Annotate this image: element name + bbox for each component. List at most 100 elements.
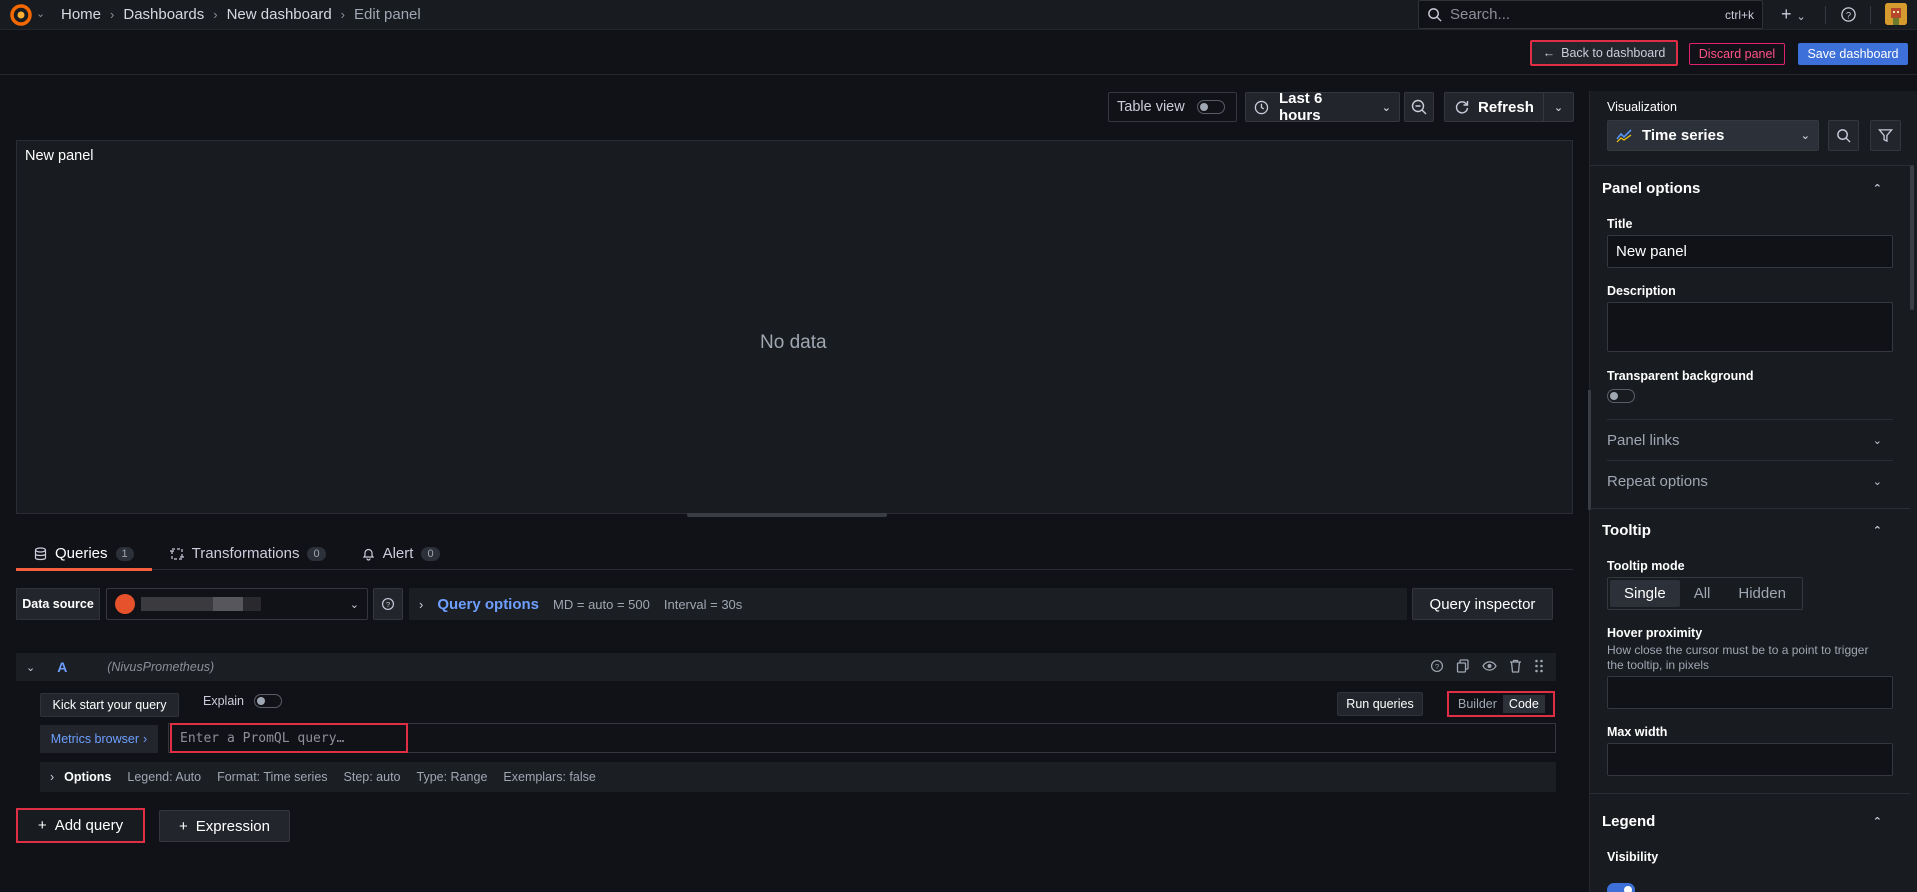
panel-options-header[interactable]: Panel options ⌃ (1590, 180, 1910, 197)
plus-icon: + (179, 817, 188, 835)
transparent-background-toggle[interactable] (1607, 389, 1635, 403)
clock-icon (1254, 100, 1269, 114)
hover-proximity-input[interactable] (1607, 676, 1893, 709)
chevron-down-icon: ⌄ (349, 598, 359, 611)
arrow-left-icon: ← (1542, 46, 1556, 60)
tooltip-mode-all[interactable]: All (1680, 580, 1725, 607)
breadcrumb-new-dashboard[interactable]: New dashboard (227, 6, 332, 23)
run-queries-button[interactable]: Run queries (1337, 692, 1423, 716)
back-to-dashboard-button[interactable]: ← Back to dashboard (1530, 40, 1678, 66)
tooltip-mode-radio-group: Single All Hidden (1607, 577, 1803, 610)
exemplars-option: Exemplars: false (503, 770, 596, 784)
query-options-row[interactable]: › Options Legend: Auto Format: Time seri… (40, 762, 1556, 792)
visualization-picker[interactable]: Time series ⌄ (1607, 120, 1819, 151)
kick-start-query-button[interactable]: Kick start your query (40, 693, 179, 717)
metrics-browser-button[interactable]: Metrics browser › (40, 725, 158, 753)
description-label: Description (1607, 284, 1676, 298)
filter-options-button[interactable] (1870, 120, 1901, 151)
step-option: Step: auto (343, 770, 401, 784)
drag-handle-icon[interactable] (1534, 659, 1544, 673)
table-view-toggle[interactable]: Table view (1108, 92, 1237, 122)
search-input[interactable]: Search... ctrl+k (1418, 0, 1763, 29)
copy-icon[interactable] (1456, 659, 1470, 673)
repeat-options-header[interactable]: Repeat options ⌄ (1595, 473, 1910, 490)
legend-header[interactable]: Legend ⌃ (1590, 813, 1910, 830)
search-placeholder: Search... (1450, 6, 1511, 23)
title-label: Title (1607, 217, 1633, 231)
add-expression-button[interactable]: + Expression (159, 810, 290, 842)
description-textarea[interactable] (1607, 302, 1893, 352)
sidebar-scrollbar[interactable] (1910, 165, 1914, 310)
tab-queries[interactable]: Queries 1 (16, 538, 152, 571)
builder-mode-button[interactable]: Builder (1452, 695, 1503, 713)
expression-label: Expression (195, 817, 270, 835)
tooltip-heading: Tooltip (1602, 522, 1651, 539)
visualization-label: Visualization (1607, 100, 1677, 114)
tab-alert[interactable]: Alert 0 (344, 538, 458, 569)
back-label: Back to dashboard (1561, 46, 1666, 60)
add-query-button[interactable]: + Add query (16, 808, 145, 843)
chevron-down-icon[interactable]: ⌄ (26, 661, 35, 674)
explain-toggle[interactable]: Explain (203, 694, 282, 708)
chevron-down-icon: ⌄ (1872, 435, 1882, 447)
query-options-bar[interactable]: › Query options MD = auto = 500 Interval… (409, 588, 1407, 620)
chevron-right-icon: › (419, 596, 424, 612)
refresh-interval-dropdown[interactable]: ⌄ (1544, 101, 1573, 114)
tooltip-mode-hidden[interactable]: Hidden (1724, 580, 1800, 607)
grafana-logo-icon[interactable] (10, 4, 32, 26)
query-inspector-button[interactable]: Query inspector (1412, 588, 1553, 620)
datasource-picker[interactable]: ⌄ (106, 588, 368, 620)
max-width-input[interactable] (1607, 743, 1893, 776)
save-dashboard-button[interactable]: Save dashboard (1798, 43, 1908, 65)
new-menu-button[interactable]: + ⌄ (1781, 4, 1806, 25)
breadcrumb-dashboards[interactable]: Dashboards (123, 6, 204, 23)
breadcrumb-edit-panel: Edit panel (354, 6, 421, 23)
legend-visibility-toggle[interactable] (1607, 883, 1635, 892)
plus-icon: + (37, 817, 47, 834)
breadcrumb-home[interactable]: Home (61, 6, 101, 23)
time-range-picker[interactable]: Last 6 hours ⌄ (1245, 90, 1400, 124)
datasource-help-button[interactable]: ? (373, 588, 403, 620)
zoom-out-button[interactable] (1404, 92, 1434, 122)
tab-label: Alert (382, 545, 414, 562)
help-icon: ? (381, 597, 395, 611)
tooltip-mode-label: Tooltip mode (1607, 559, 1685, 573)
trash-icon[interactable] (1509, 659, 1522, 673)
svg-text:?: ? (386, 600, 391, 609)
splitter-handle[interactable] (1588, 390, 1591, 510)
tooltip-header[interactable]: Tooltip ⌃ (1590, 522, 1910, 539)
search-icon (1837, 129, 1851, 143)
panel-links-header[interactable]: Panel links ⌄ (1595, 432, 1910, 449)
chevron-down-icon[interactable]: ⌄ (36, 7, 45, 20)
tab-transformations[interactable]: Transformations 0 (152, 538, 344, 569)
resize-handle[interactable] (687, 513, 887, 517)
table-view-label: Table view (1117, 99, 1185, 115)
search-options-button[interactable] (1828, 120, 1859, 151)
chevron-right-icon: › (110, 7, 115, 22)
avatar[interactable] (1885, 3, 1907, 25)
panel-title-input[interactable]: New panel (1607, 235, 1893, 268)
discard-panel-button[interactable]: Discard panel (1689, 43, 1785, 65)
search-shortcut: ctrl+k (1724, 7, 1754, 22)
query-options-label[interactable]: Query options (437, 596, 539, 613)
chevron-down-icon: ⌄ (1872, 476, 1882, 488)
section-divider (1590, 793, 1910, 794)
transform-icon (169, 547, 184, 560)
tooltip-mode-single[interactable]: Single (1610, 580, 1680, 607)
tab-label: Queries (55, 545, 108, 562)
help-icon[interactable]: ? (1430, 659, 1444, 673)
code-mode-button[interactable]: Code (1502, 695, 1545, 713)
hover-proximity-label: Hover proximity (1607, 626, 1703, 640)
toggle-switch[interactable] (1196, 100, 1225, 114)
editor-tabs: Queries 1 Transformations 0 Alert 0 (16, 538, 1573, 571)
query-ref-id[interactable]: A (57, 659, 107, 675)
explain-label: Explain (203, 694, 244, 708)
help-icon[interactable]: ? (1840, 6, 1857, 23)
eye-icon[interactable] (1482, 659, 1497, 673)
promql-placeholder[interactable]: Enter a PromQL query… (170, 723, 408, 753)
visibility-label: Visibility (1607, 850, 1659, 864)
options-label[interactable]: Options (64, 770, 111, 784)
toggle-switch[interactable] (254, 694, 282, 708)
refresh-button[interactable]: Refresh ⌄ (1444, 92, 1574, 122)
transparent-background-label: Transparent background (1607, 369, 1754, 383)
